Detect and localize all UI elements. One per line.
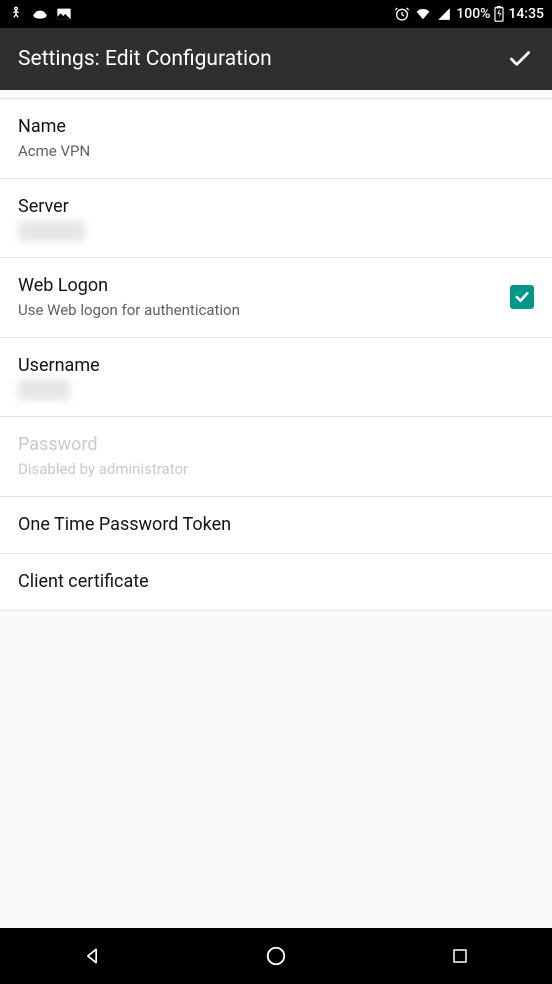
checkbox-check-icon (513, 288, 531, 306)
image-icon (56, 7, 72, 21)
name-label: Name (18, 115, 534, 139)
clock-time: 14:35 (508, 6, 544, 22)
web-logon-checkbox[interactable] (510, 285, 534, 309)
server-field[interactable]: Server xxxxxxxxx (0, 179, 552, 259)
server-value: xxxxxxxxx (18, 221, 85, 241)
password-field: Password Disabled by administrator (0, 417, 552, 497)
otp-label: One Time Password Token (18, 513, 534, 537)
page-title: Settings: Edit Configuration (18, 47, 272, 71)
battery-percent: 100% (456, 6, 490, 22)
web-logon-field[interactable]: Web Logon Use Web logon for authenticati… (0, 258, 552, 338)
triangle-back-icon (82, 946, 102, 966)
server-label: Server (18, 195, 534, 219)
password-sub: Disabled by administrator (18, 459, 534, 479)
app-bar: Settings: Edit Configuration (0, 28, 552, 90)
battery-charging-icon (494, 6, 504, 22)
cell-signal-icon (436, 7, 452, 21)
name-value: Acme VPN (18, 141, 534, 161)
nav-bar (0, 928, 552, 984)
username-value: xxxxxxx (18, 380, 70, 400)
status-right: 100% 14:35 (394, 6, 544, 22)
nav-back-button[interactable] (78, 942, 106, 970)
check-icon (507, 46, 533, 72)
activity-icon (8, 6, 24, 22)
username-field[interactable]: Username xxxxxxx (0, 338, 552, 418)
otp-field[interactable]: One Time Password Token (0, 497, 552, 554)
web-logon-sub: Use Web logon for authentication (18, 300, 498, 320)
wifi-icon (414, 7, 432, 21)
nav-recent-button[interactable] (446, 942, 474, 970)
status-bar: 100% 14:35 (0, 0, 552, 28)
nav-home-button[interactable] (262, 942, 290, 970)
square-recent-icon (451, 947, 469, 965)
cloud-icon (32, 8, 48, 20)
username-label: Username (18, 354, 534, 378)
web-logon-label: Web Logon (18, 274, 498, 298)
client-cert-field[interactable]: Client certificate (0, 554, 552, 611)
password-label: Password (18, 433, 534, 457)
confirm-button[interactable] (506, 45, 534, 73)
name-field[interactable]: Name Acme VPN (0, 98, 552, 179)
alarm-icon (394, 6, 410, 22)
status-left-icons (8, 6, 72, 22)
circle-home-icon (265, 945, 287, 967)
settings-list: Name Acme VPN Server xxxxxxxxx Web Logon… (0, 98, 552, 611)
client-cert-label: Client certificate (18, 570, 534, 594)
